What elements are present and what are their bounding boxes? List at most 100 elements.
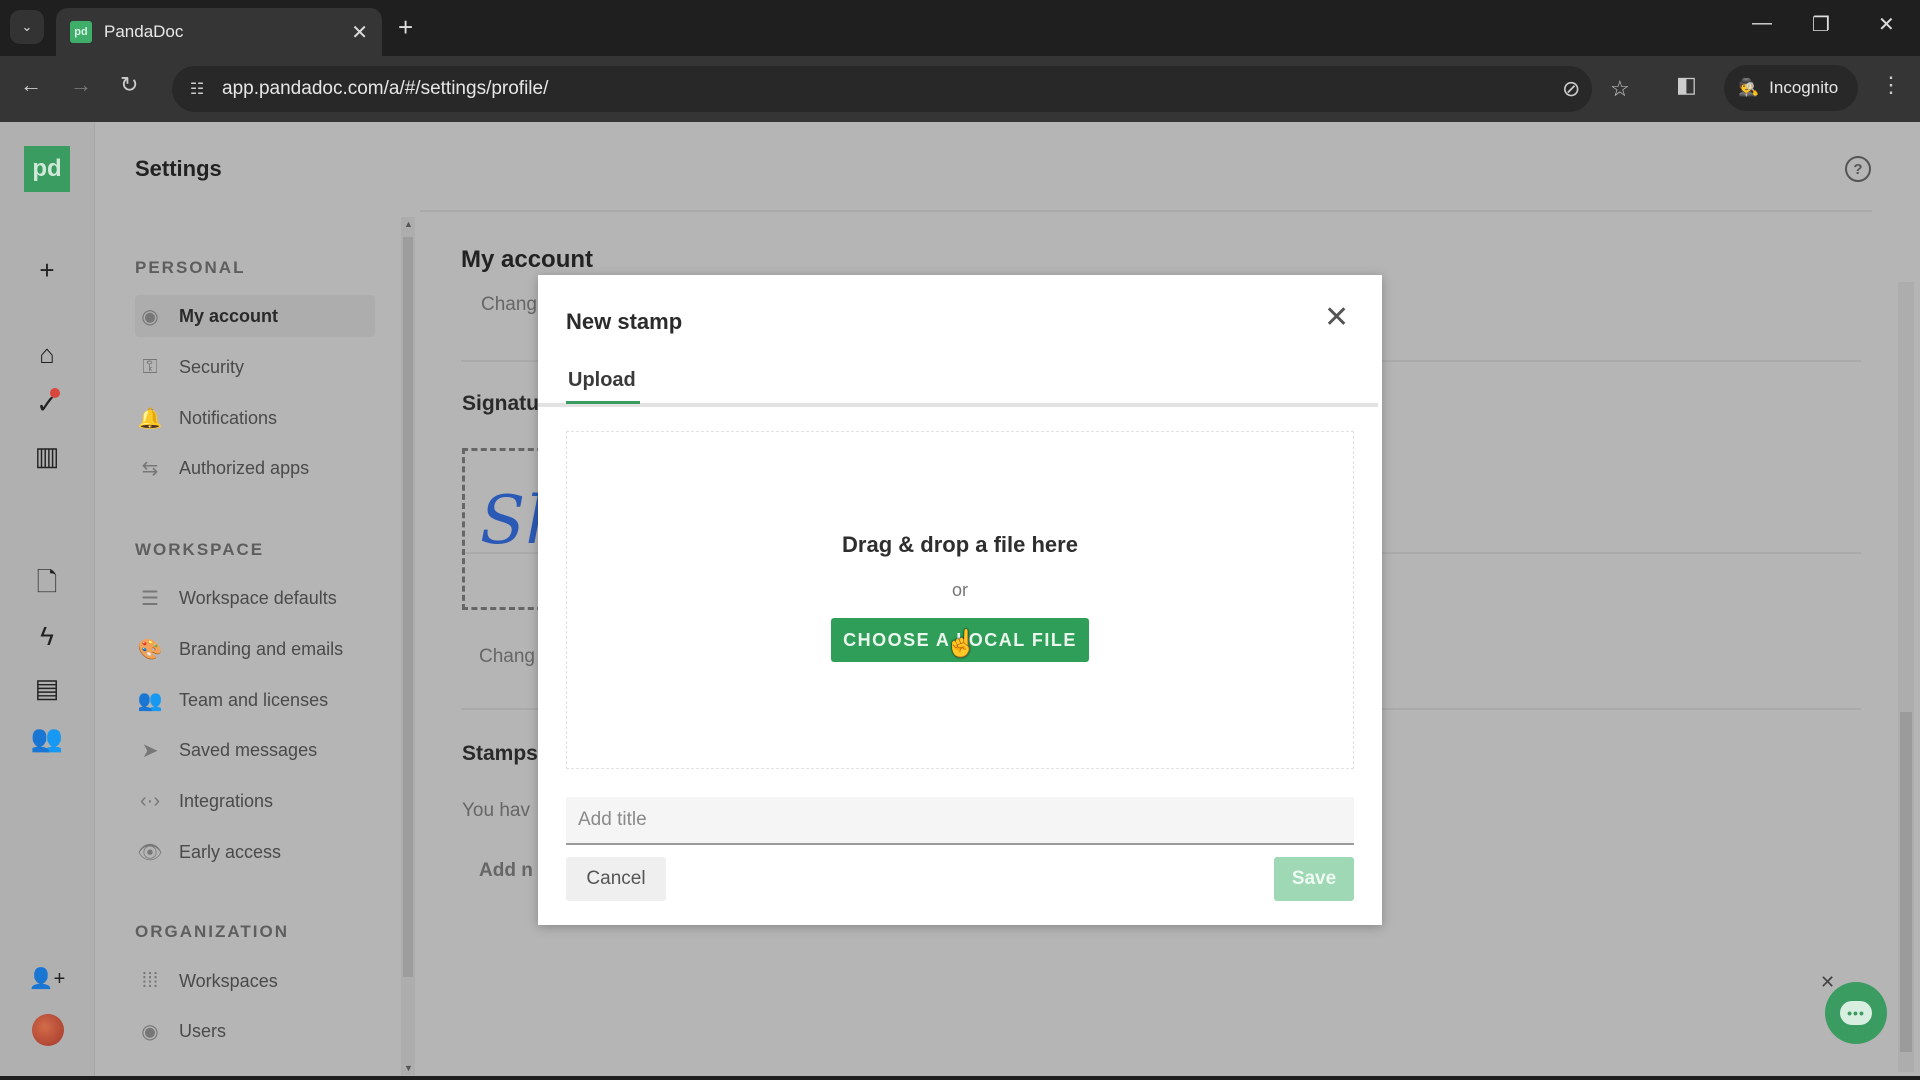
address-bar[interactable]: ☷ app.pandadoc.com/a/#/settings/profile/… — [172, 66, 1630, 112]
nav-scroll-thumb[interactable] — [403, 237, 413, 977]
hand-cursor-icon: ☝ — [945, 628, 978, 658]
pandadoc-favicon-icon: pd — [70, 21, 92, 43]
nav-item-label: Early access — [179, 841, 282, 862]
chat-close-icon[interactable]: ✕ — [1820, 972, 1835, 993]
eye-off-icon[interactable]: ⊘ — [1562, 76, 1580, 102]
file-dropzone[interactable]: Drag & drop a file here or CHOOSE A LOCA… — [566, 431, 1354, 769]
reports-icon[interactable]: ▥ — [27, 436, 67, 476]
nav-item-label: Branding and emails — [179, 638, 344, 659]
stamp-title-input[interactable] — [566, 797, 1354, 845]
browser-tab-bar: ⌄ pd PandaDoc ✕ + — ❐ ✕ — [0, 0, 1920, 56]
nav-item-label: Notifications — [179, 407, 278, 428]
team-icon: 👥 — [137, 689, 163, 712]
documents-icon[interactable]: 🗋 — [27, 566, 67, 606]
invite-user-icon[interactable]: 👤+ — [27, 958, 67, 998]
swap-arrows-icon: ⇆ — [141, 457, 159, 480]
nav-item-users[interactable]: ◉ Users — [135, 1010, 371, 1052]
help-icon[interactable]: ? — [1845, 156, 1871, 182]
header-divider — [420, 210, 1872, 212]
scroll-up-arrow-icon[interactable]: ▲ — [404, 219, 413, 229]
bell-icon: 🔔 — [137, 407, 163, 430]
cancel-button[interactable]: Cancel — [566, 857, 666, 901]
eye-icon: 👁 — [137, 841, 163, 864]
save-button[interactable]: Save — [1274, 857, 1354, 901]
nav-item-early-access[interactable]: 👁 Early access — [135, 831, 371, 873]
contacts-icon[interactable]: 👥 — [27, 718, 67, 758]
nav-item-label: Users — [179, 1020, 227, 1041]
incognito-indicator[interactable]: 🕵 Incognito — [1724, 65, 1858, 111]
new-tab-button[interactable]: + — [398, 12, 413, 43]
key-icon: ⚿ — [142, 355, 158, 378]
create-plus-icon[interactable]: + — [27, 250, 67, 290]
url-text[interactable]: app.pandadoc.com/a/#/settings/profile/ — [222, 78, 548, 100]
screen-bottom-edge — [0, 1076, 1920, 1080]
browser-toolbar: ← → ↻ ☷ app.pandadoc.com/a/#/settings/pr… — [0, 56, 1920, 122]
bookmark-star-icon[interactable]: ☆ — [1610, 76, 1630, 102]
tab-upload[interactable]: Upload — [568, 369, 636, 392]
chat-widget-button[interactable]: ••• — [1825, 982, 1887, 1044]
dropzone-heading: Drag & drop a file here — [842, 532, 1078, 557]
nav-item-label: Workspaces — [179, 970, 278, 991]
home-icon[interactable]: ⌂ — [27, 334, 67, 374]
nav-section-workspace: WORKSPACE — [135, 540, 265, 559]
dropzone-or-text: or — [951, 580, 968, 600]
user-circle-icon: ◉ — [141, 1020, 159, 1043]
minimize-button[interactable]: — — [1752, 12, 1772, 35]
add-new-stamp-button[interactable]: Add n — [479, 860, 533, 882]
send-icon: ➤ — [141, 739, 159, 762]
main-scrollbar[interactable] — [1898, 282, 1914, 1072]
browser-tab[interactable]: pd PandaDoc ✕ — [56, 8, 382, 56]
forward-button[interactable]: → — [70, 72, 92, 98]
templates-icon[interactable]: ▤ — [27, 668, 67, 708]
nav-item-notifications[interactable]: 🔔 Notifications — [135, 397, 371, 439]
nav-section-organization: ORGANIZATION — [135, 922, 290, 941]
nav-item-my-account[interactable]: ◉ My account — [135, 295, 375, 337]
nav-item-authorized-apps[interactable]: ⇆ Authorized apps — [135, 447, 371, 489]
nav-item-label: Authorized apps — [179, 457, 310, 478]
nav-scrollbar[interactable]: ▲ ▼ — [401, 217, 415, 1075]
site-info-icon[interactable]: ☷ — [184, 79, 210, 99]
nav-item-label: Saved messages — [179, 739, 318, 760]
window-close-button[interactable]: ✕ — [1878, 12, 1895, 37]
main-scroll-thumb[interactable] — [1900, 712, 1912, 1052]
tab-title: PandaDoc — [104, 22, 184, 41]
nav-item-saved-messages[interactable]: ➤ Saved messages — [135, 729, 371, 771]
change-button[interactable]: Chang — [481, 294, 537, 316]
nav-item-label: Workspace defaults — [179, 587, 337, 608]
scroll-down-arrow-icon[interactable]: ▼ — [404, 1063, 413, 1073]
restore-button[interactable]: ❐ — [1812, 12, 1830, 37]
reload-button[interactable]: ↻ — [120, 72, 138, 98]
incognito-icon: 🕵 — [1738, 78, 1760, 97]
notification-dot — [50, 388, 60, 398]
active-tab-underline — [566, 401, 640, 404]
user-avatar[interactable] — [32, 1014, 64, 1046]
nav-item-team-and-licenses[interactable]: 👥 Team and licenses — [135, 679, 371, 721]
nav-item-workspace-defaults[interactable]: ☰ Workspace defaults — [135, 577, 371, 619]
tasks-icon[interactable]: ✓ — [27, 384, 67, 424]
nav-item-workspaces[interactable]: ⁞⁞⁞ Workspaces — [135, 960, 371, 1002]
close-icon[interactable]: ✕ — [1324, 303, 1349, 333]
chat-bubble-icon: ••• — [1840, 1001, 1872, 1025]
signature-heading: Signatu — [462, 392, 539, 415]
pandadoc-logo[interactable]: pd — [24, 146, 70, 192]
nav-item-security[interactable]: ⚿ Security — [135, 346, 371, 388]
nav-item-label: Security — [179, 356, 245, 377]
nav-item-label: Integrations — [179, 790, 274, 811]
new-stamp-modal: New stamp ✕ Upload Drag & drop a file he… — [538, 275, 1382, 925]
tab-search-button[interactable]: ⌄ — [10, 10, 44, 44]
tab-close-icon[interactable]: ✕ — [351, 20, 368, 45]
left-rail: pd + ⌂ ✓ ▥ 🗋 ϟ ▤ 👥 👤+ — [0, 122, 95, 1080]
page-title: Settings — [135, 156, 222, 181]
modal-title: New stamp — [566, 309, 683, 334]
nav-item-integrations[interactable]: ‹·› Integrations — [135, 780, 371, 822]
change-signature-button[interactable]: Chang — [479, 646, 535, 668]
browser-menu-icon[interactable]: ⋮ — [1880, 72, 1902, 98]
side-panel-icon[interactable]: ◧ — [1676, 72, 1697, 98]
incognito-label: Incognito — [1769, 78, 1839, 97]
code-brackets-icon: ‹·› — [140, 789, 160, 812]
back-button[interactable]: ← — [20, 72, 42, 98]
nav-item-branding-and-emails[interactable]: 🎨 Branding and emails — [135, 628, 371, 670]
stamps-empty-text: You hav — [462, 800, 530, 821]
automation-bolt-icon[interactable]: ϟ — [27, 616, 67, 656]
grid-icon: ⁞⁞⁞ — [141, 969, 159, 992]
